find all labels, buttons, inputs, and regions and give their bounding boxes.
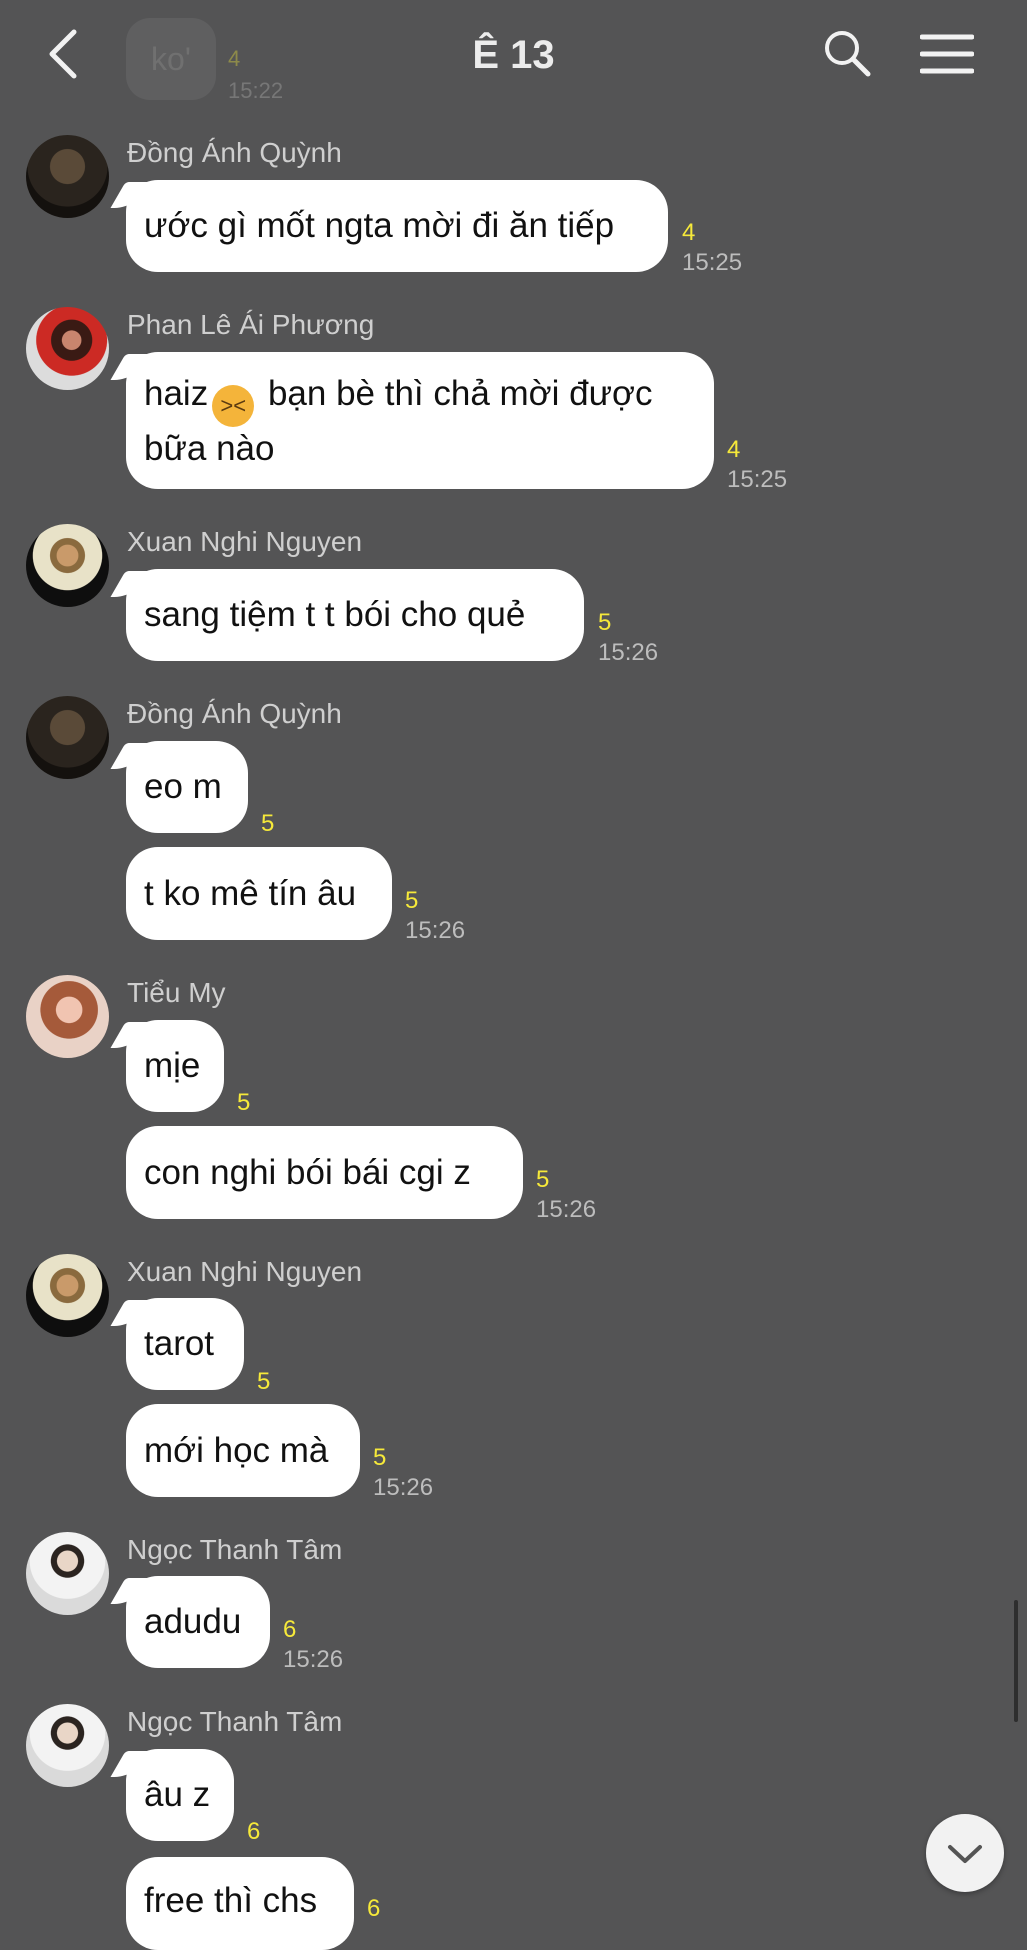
avatar[interactable] [26,307,109,390]
message-time: 15:26 [283,1646,344,1673]
message-time: 15:26 [598,639,659,666]
avatar[interactable] [26,1704,109,1787]
unread-count: 5 [598,609,612,636]
search-icon[interactable] [822,28,872,78]
avatar[interactable] [26,975,109,1058]
sender-name: Xuan Nghi Nguyen [127,526,363,557]
unread-count: 6 [367,1895,381,1922]
unread-count: 5 [373,1444,387,1471]
message-bubble[interactable]: mịe [126,1020,224,1112]
menu-icon[interactable] [919,32,975,76]
message-text: haiz [144,374,209,413]
message-bubble[interactable]: con nghi bói bái cgi z [126,1126,523,1219]
weary-face-emoji-icon: >< [212,385,255,427]
sender-name: Phan Lê Ái Phương [127,309,375,340]
sender-name: Tiểu My [127,977,226,1008]
message-text: bạn bè thì chả mời được [258,374,653,413]
message-bubble[interactable]: mới học mà [126,1404,360,1497]
message-time: 15:25 [682,249,743,276]
message-bubble[interactable]: sang tiệm t t bói cho quẻ [126,569,584,661]
sender-name: Đồng Ánh Quỳnh [127,698,342,729]
avatar[interactable] [26,524,109,607]
chevron-down-icon [948,1845,982,1863]
message-bubble[interactable]: adudu [126,1576,270,1668]
message-bubble[interactable]: tarot [126,1298,244,1390]
avatar[interactable] [26,135,109,218]
message-time: 15:25 [727,466,788,493]
unread-count: 6 [247,1818,261,1845]
avatar[interactable] [26,1254,109,1337]
avatar[interactable] [26,696,109,779]
unread-count: 4 [727,436,741,463]
message-text: bữa nào [144,429,275,468]
sender-name: Xuan Nghi Nguyen [127,1256,363,1287]
unread-count: 5 [405,887,419,914]
unread-count: 5 [261,810,275,837]
message-bubble[interactable]: haiz >< bạn bè thì chả mời được bữa nào [126,352,714,489]
message-bubble[interactable]: t ko mê tín âu [126,847,392,940]
unread-count: 5 [536,1166,550,1193]
sender-name: Ngọc Thanh Tâm [127,1534,343,1565]
unread-count: 5 [257,1368,271,1395]
message-bubble[interactable]: ước gì mốt ngta mời đi ăn tiếp [126,180,668,272]
unread-count: 6 [283,1616,297,1643]
scroll-down-button[interactable] [926,1814,1004,1892]
message-time: 15:26 [373,1474,434,1501]
message-bubble[interactable]: eo m [126,741,248,833]
message-bubble-faded: ko' [126,18,216,100]
unread-count: 5 [237,1089,251,1116]
message-time: 15:22 [228,78,284,103]
unread-count: 4 [682,219,696,246]
message-time: 15:26 [405,917,466,944]
message-bubble[interactable]: free thì chs [126,1857,354,1950]
message-bubble[interactable]: âu z [126,1749,234,1841]
avatar[interactable] [26,1532,109,1615]
sender-name: Ngọc Thanh Tâm [127,1706,343,1737]
scrollbar[interactable] [1014,1600,1018,1722]
message-time: 15:26 [536,1196,597,1223]
sender-name: Đồng Ánh Quỳnh [127,137,342,168]
unread-count: 4 [228,46,241,71]
